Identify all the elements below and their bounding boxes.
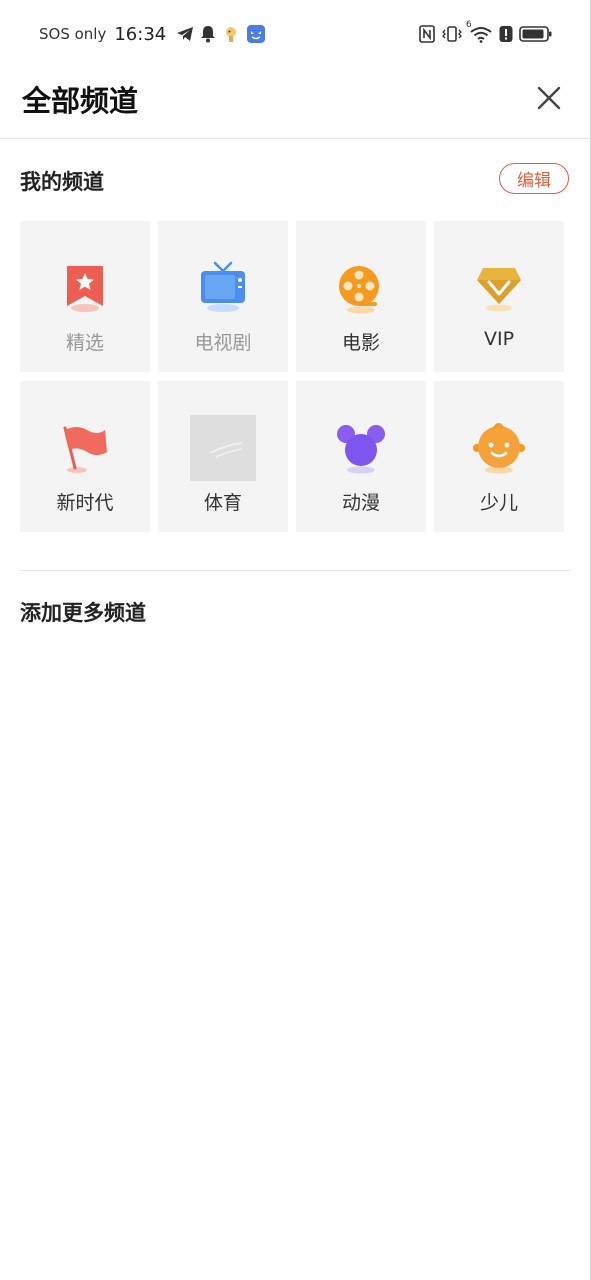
channel-label: 体育 bbox=[203, 492, 242, 514]
bookmark-star-icon bbox=[52, 255, 118, 321]
close-button[interactable] bbox=[535, 84, 563, 112]
edit-button[interactable]: 编辑 bbox=[499, 163, 569, 194]
vibrate-icon bbox=[441, 25, 463, 43]
channel-label: 电影 bbox=[341, 332, 380, 354]
carrier-text: SOS only bbox=[39, 25, 107, 43]
section-divider bbox=[20, 570, 571, 571]
channel-label: 动漫 bbox=[341, 492, 380, 514]
clock: 16:34 bbox=[114, 23, 167, 45]
close-icon bbox=[537, 86, 561, 110]
my-channels-title: 我的频道 bbox=[20, 170, 104, 194]
channel-label: 新时代 bbox=[56, 492, 114, 514]
battery-icon bbox=[519, 25, 553, 43]
page-header: 全部频道 bbox=[0, 66, 591, 139]
mouse-head-icon bbox=[328, 415, 394, 481]
channel-label: VIP bbox=[483, 328, 515, 350]
diamond-icon bbox=[466, 255, 532, 321]
more-channels-title: 添加更多频道 bbox=[20, 601, 146, 625]
channel-tile-tv-series[interactable]: 电视剧 bbox=[158, 221, 288, 372]
channel-tile-kids[interactable]: 少儿 bbox=[434, 381, 564, 532]
channel-tile-movie[interactable]: 电影 bbox=[296, 221, 426, 372]
wifi-badge: 6 bbox=[466, 20, 472, 30]
baby-face-icon bbox=[466, 415, 532, 481]
alert-icon bbox=[499, 25, 513, 43]
page-title: 全部频道 bbox=[22, 84, 139, 118]
channel-tile-anime[interactable]: 动漫 bbox=[296, 381, 426, 532]
channel-tile-new-era[interactable]: 新时代 bbox=[20, 381, 150, 532]
channel-tile-vip[interactable]: VIP bbox=[434, 221, 564, 372]
nfc-icon bbox=[419, 25, 435, 43]
sports-placeholder-icon bbox=[190, 415, 256, 481]
wifi-icon: 6 bbox=[466, 20, 493, 43]
flag-icon bbox=[52, 415, 118, 481]
bell-icon bbox=[200, 25, 216, 43]
channel-label: 电视剧 bbox=[194, 332, 252, 354]
cartoon-app-icon bbox=[222, 24, 240, 44]
film-reel-icon bbox=[328, 255, 394, 321]
telegram-icon bbox=[176, 26, 194, 42]
channel-grid: 精选 电视剧 电影 VIP 新时代 体育 动漫 少儿 bbox=[20, 221, 564, 532]
status-bar: SOS only 16:34 6 bbox=[0, 0, 591, 66]
tv-icon bbox=[190, 255, 256, 321]
channel-tile-featured[interactable]: 精选 bbox=[20, 221, 150, 372]
blue-app-icon bbox=[246, 24, 266, 44]
channel-label: 精选 bbox=[65, 332, 104, 354]
channel-label: 少儿 bbox=[479, 492, 518, 514]
channel-tile-sports[interactable]: 体育 bbox=[158, 381, 288, 532]
